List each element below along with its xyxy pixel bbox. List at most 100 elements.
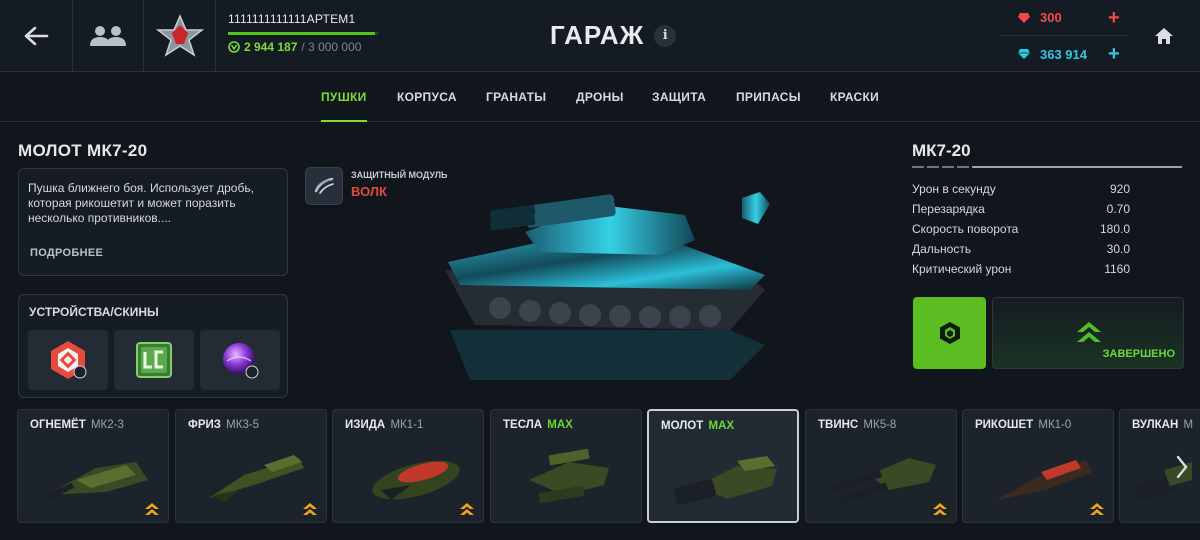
tab-supplies[interactable]: ПРИПАСЫ bbox=[736, 72, 801, 122]
info-button[interactable]: i bbox=[654, 24, 677, 47]
xp-max: / 3 000 000 bbox=[301, 40, 362, 54]
top-bar: 1111111111111АРТЕМ1 2 944 187 / 3 000 00… bbox=[0, 0, 1200, 72]
card-name: ТВИНС bbox=[818, 419, 859, 431]
category-tabs: ПУШКИ КОРПУСА ГРАНАТЫ ДРОНЫ ЗАЩИТА ПРИПА… bbox=[0, 72, 1200, 122]
stat-row: Скорость поворота 180.0 bbox=[912, 222, 1130, 242]
friends-icon bbox=[90, 26, 126, 46]
tab-paints[interactable]: КРАСКИ bbox=[830, 72, 879, 122]
upgrade-arrows-icon bbox=[1077, 322, 1101, 342]
card-level: MAX bbox=[547, 419, 573, 431]
stats-divider bbox=[912, 166, 1182, 168]
player-info: 1111111111111АРТЕМ1 2 944 187 / 3 000 00… bbox=[228, 12, 398, 54]
upgrade-badge-icon bbox=[1090, 503, 1104, 515]
friends-button[interactable] bbox=[73, 0, 144, 72]
card-level: MAX bbox=[708, 420, 735, 432]
upgrade-panel[interactable]: ЗАВЕРШЕНО bbox=[992, 297, 1184, 369]
tab-hulls[interactable]: КОРПУСА bbox=[397, 72, 457, 122]
wolf-module-icon bbox=[314, 177, 334, 194]
rank-emblem[interactable] bbox=[144, 0, 216, 72]
tab-drones[interactable]: ДРОНЫ bbox=[576, 72, 624, 122]
skin-slot-orb[interactable] bbox=[200, 330, 280, 390]
weapon-card-twins[interactable]: ТВИНС МК5-8 bbox=[805, 409, 957, 523]
weapon-card-freeze[interactable]: ФРИЗ МК3-5 bbox=[175, 409, 327, 523]
stat-value: 30.0 bbox=[1106, 242, 1130, 256]
card-title: РИКОШЕТ МК1-0 bbox=[975, 419, 1071, 431]
protection-module-button[interactable] bbox=[305, 167, 343, 205]
rank-star-icon bbox=[155, 14, 204, 57]
card-name: ТЕСЛА bbox=[503, 419, 543, 431]
more-info-link[interactable]: ПОДРОБНЕЕ bbox=[30, 247, 103, 259]
card-level: М bbox=[1183, 419, 1194, 431]
hexagon-equip-icon bbox=[939, 322, 960, 344]
module-label: ЗАЩИТНЫЙ МОДУЛЬ bbox=[351, 170, 448, 180]
purple-orb-icon bbox=[223, 343, 259, 379]
card-name: ФРИЗ bbox=[188, 419, 221, 431]
stat-row: Перезарядка 0.70 bbox=[912, 202, 1130, 222]
weapon-card-hammer[interactable]: МОЛОТ MAX bbox=[647, 409, 799, 523]
lc-skin-icon bbox=[136, 342, 172, 378]
stat-label: Перезарядка bbox=[912, 202, 985, 216]
hammer-gun-icon bbox=[674, 456, 777, 506]
card-title: ИЗИДА МК1-1 bbox=[345, 419, 423, 431]
ruby-icon bbox=[1014, 12, 1034, 24]
tank-preview[interactable] bbox=[430, 180, 790, 400]
rubies-counter: 300 + bbox=[1000, 0, 1128, 36]
card-level: МК1-0 bbox=[1038, 419, 1072, 431]
upgrade-badge-icon bbox=[145, 503, 159, 515]
tab-protection[interactable]: ЗАЩИТА bbox=[652, 72, 706, 122]
stat-value: 920 bbox=[1109, 182, 1130, 196]
home-button[interactable] bbox=[1140, 0, 1188, 72]
stat-row: Урон в секунду 920 bbox=[912, 182, 1130, 202]
stat-value: 0.70 bbox=[1106, 202, 1130, 216]
card-level: МК2-3 bbox=[90, 419, 124, 431]
card-level: МК3-5 bbox=[226, 419, 260, 431]
card-level: МК1-1 bbox=[390, 419, 424, 431]
card-name: ИЗИДА bbox=[345, 419, 386, 431]
weapon-card-firebird[interactable]: ОГНЕМЁТ МК2-3 bbox=[17, 409, 169, 523]
crystals-value: 363 914 bbox=[1040, 46, 1087, 62]
ricochet-gun-icon bbox=[996, 460, 1093, 500]
scroll-right-button[interactable] bbox=[1172, 452, 1192, 482]
stat-value: 180.0 bbox=[1099, 222, 1130, 236]
tab-grenades[interactable]: ГРАНАТЫ bbox=[486, 72, 546, 122]
card-level: МК5-8 bbox=[863, 419, 897, 431]
skin-slot-lc[interactable] bbox=[114, 330, 194, 390]
upgrade-badge-icon bbox=[460, 503, 474, 515]
back-button[interactable] bbox=[0, 0, 73, 72]
card-title: ВУЛКАН М bbox=[1132, 419, 1193, 431]
rubies-value: 300 bbox=[1040, 10, 1062, 25]
stat-value: 1160 bbox=[1104, 262, 1130, 276]
isida-gun-icon bbox=[372, 460, 460, 500]
devices-skins-title: УСТРОЙСТВА/СКИНЫ bbox=[29, 305, 159, 319]
player-name: 1111111111111АРТЕМ1 bbox=[228, 12, 356, 26]
crystal-icon bbox=[1014, 48, 1034, 60]
stats-title: МК7-20 bbox=[912, 141, 971, 160]
weapon-title: МОЛОТ МК7-20 bbox=[18, 141, 148, 160]
device-slot[interactable] bbox=[28, 330, 108, 390]
weapon-card-tesla[interactable]: ТЕСЛА MAX bbox=[490, 409, 642, 523]
back-arrow-icon bbox=[24, 26, 49, 46]
tab-guns[interactable]: ПУШКИ bbox=[321, 72, 367, 122]
xp-progress-fill bbox=[228, 32, 375, 35]
card-name: МОЛОТ bbox=[661, 420, 704, 432]
xp-text: 2 944 187 / 3 000 000 bbox=[228, 40, 398, 54]
stat-row: Критический урон 1160 bbox=[912, 262, 1130, 282]
card-name: ОГНЕМЁТ bbox=[30, 419, 86, 431]
stat-label: Урон в секунду bbox=[912, 182, 996, 196]
xp-progress-bar bbox=[228, 32, 378, 35]
upgrade-status: ЗАВЕРШЕНО bbox=[1102, 348, 1175, 360]
firebird-gun-icon bbox=[44, 462, 148, 501]
module-name: ВОЛК bbox=[351, 184, 387, 199]
weapon-card-isida[interactable]: ИЗИДА МК1-1 bbox=[332, 409, 484, 523]
equip-button[interactable] bbox=[913, 297, 986, 369]
card-title: ТЕСЛА MAX bbox=[503, 419, 573, 431]
weapon-card-ricochet[interactable]: РИКОШЕТ МК1-0 bbox=[962, 409, 1114, 523]
devices-skins-panel: УСТРОЙСТВА/СКИНЫ bbox=[18, 294, 288, 398]
freeze-gun-icon bbox=[209, 455, 304, 502]
card-title: ФРИЗ МК3-5 bbox=[188, 419, 259, 431]
card-name: РИКОШЕТ bbox=[975, 419, 1034, 431]
add-rubies-button[interactable]: + bbox=[1108, 8, 1120, 28]
tank-drone bbox=[742, 192, 770, 224]
crystals-counter: 363 914 + bbox=[1000, 36, 1128, 72]
add-crystals-button[interactable]: + bbox=[1108, 44, 1120, 64]
